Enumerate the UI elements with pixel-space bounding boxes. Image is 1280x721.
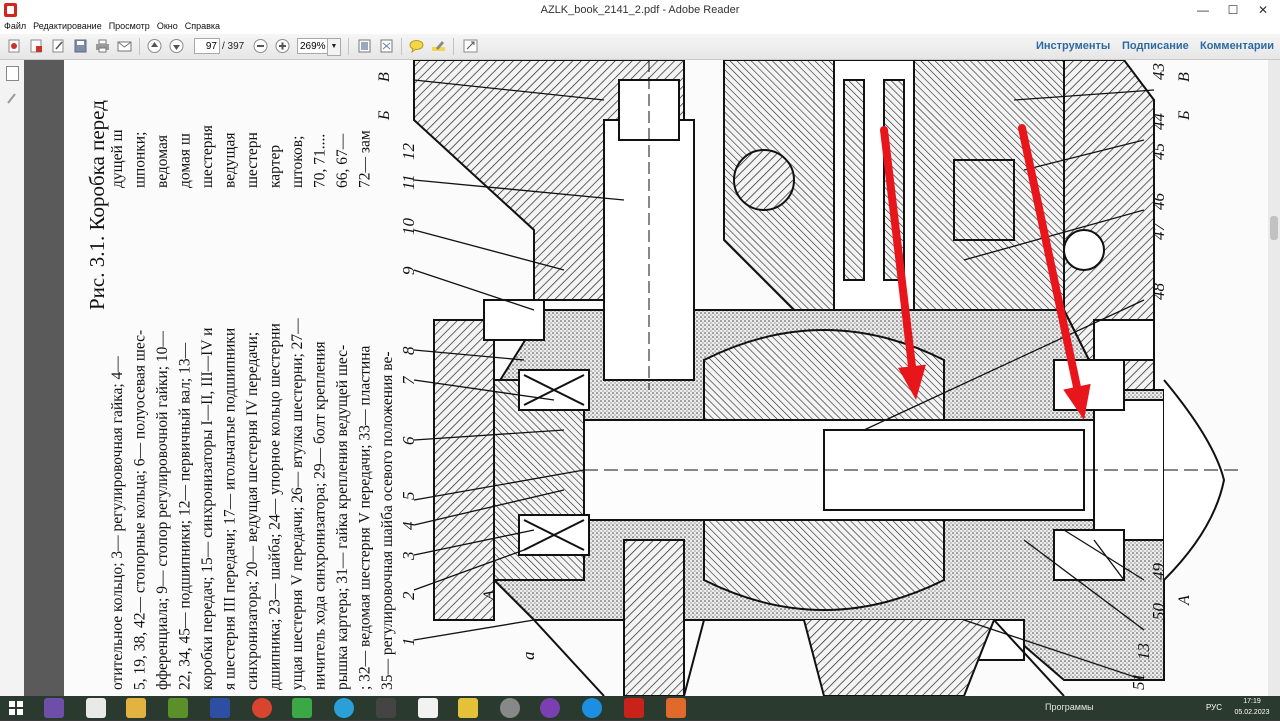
blank-file-icon-2[interactable] [418, 698, 438, 718]
scrollbar-thumb[interactable] [1270, 216, 1278, 240]
callout-number: 46 [1149, 193, 1168, 211]
floppy-app-icon[interactable] [210, 698, 230, 718]
callout-number: 48 [1149, 283, 1168, 301]
title-bar: AZLK_book_2141_2.pdf - Adobe Reader — ☐ … [0, 0, 1280, 21]
section-mark: Б [376, 110, 393, 121]
callout-number: а [519, 652, 538, 661]
clock-date: 05.02.2023 [1234, 709, 1270, 716]
comments-link[interactable]: Комментарии [1200, 40, 1274, 52]
maximize-button[interactable]: ☐ [1218, 0, 1248, 20]
page-total: / 397 [222, 41, 245, 52]
zoom-in-icon[interactable] [274, 38, 291, 54]
expand-icon[interactable] [462, 38, 479, 54]
section-mark: В [1176, 72, 1193, 82]
app-icon-purple[interactable] [540, 698, 560, 718]
menu-bar: Файл Редактирование Просмотр Окно Справка [0, 20, 1280, 34]
callout-number: 47 [1149, 222, 1168, 241]
callout-number: 51 [1129, 673, 1148, 690]
section-mark: В [376, 72, 393, 82]
app-icon-gray[interactable] [376, 698, 396, 718]
menu-edit[interactable]: Редактирование [29, 20, 102, 31]
callout-number: 11 [399, 174, 418, 190]
callout-number: 49 [1149, 563, 1168, 581]
zoom-out-icon[interactable] [252, 38, 269, 54]
taskbar: Программы РУС 17:19 05.02.2023 [0, 696, 1280, 720]
toolbar-separator [401, 38, 402, 55]
visual-studio-icon[interactable] [44, 698, 64, 718]
callout-number: 1 [399, 638, 418, 647]
blank-file-icon[interactable] [86, 698, 106, 718]
page-number-input[interactable] [194, 38, 220, 54]
full-screen-icon[interactable] [378, 38, 395, 54]
language-indicator[interactable]: РУС [1206, 703, 1222, 712]
telegram-icon[interactable] [334, 698, 354, 718]
app-icon-orange[interactable] [666, 698, 686, 718]
callout-number: 45 [1149, 143, 1168, 160]
highlight-icon[interactable] [430, 38, 447, 54]
section-mark: А [1176, 595, 1193, 606]
vertical-scrollbar[interactable] [1268, 60, 1280, 696]
document-area[interactable]: Рис. 3.1. Коробка перед отительное кольц… [24, 60, 1268, 696]
adobe-reader-task-icon[interactable] [624, 698, 644, 718]
callout-number: 44 [1149, 113, 1168, 131]
menu-help[interactable]: Справка [181, 20, 220, 31]
zoom-dropdown-icon[interactable]: ▼ [327, 38, 341, 56]
create-pdf-icon[interactable] [6, 38, 23, 54]
save-icon[interactable] [72, 38, 89, 54]
clock-time: 17:19 [1243, 698, 1261, 705]
app-icon-green[interactable] [168, 698, 188, 718]
callout-number: 4 [399, 521, 418, 530]
menu-file[interactable]: Файл [0, 20, 26, 31]
comment-icon[interactable] [408, 38, 425, 54]
print-icon[interactable] [94, 38, 111, 54]
toolbar-separator [348, 38, 349, 55]
callout-number: 2 [399, 591, 418, 600]
menu-view[interactable]: Просмотр [105, 20, 150, 31]
callout-number: 50 [1149, 603, 1168, 621]
open-file-icon[interactable] [28, 38, 45, 54]
callout-number: 3 [399, 552, 418, 562]
callout-number: 6 [399, 436, 418, 445]
close-button[interactable]: ✕ [1248, 0, 1278, 20]
minimize-button[interactable]: — [1188, 0, 1218, 20]
tools-link[interactable]: Инструменты [1036, 40, 1110, 52]
window-title: AZLK_book_2141_2.pdf - Adobe Reader [540, 4, 740, 16]
callout-number: 9 [399, 266, 418, 275]
fit-page-icon[interactable] [356, 38, 373, 54]
gearbox-drawing: 12345678910111213434445464748495051а БВБ… [376, 60, 1244, 696]
section-mark: А [481, 590, 498, 601]
file-explorer-icon[interactable] [126, 698, 146, 718]
section-mark: Б [1176, 110, 1193, 121]
edit-icon[interactable] [50, 38, 67, 54]
callout-number: 7 [399, 375, 418, 385]
app-icon-u[interactable] [292, 698, 312, 718]
callout-number: 13 [1134, 643, 1153, 660]
menu-window[interactable]: Окно [153, 20, 178, 31]
skype-icon[interactable] [582, 698, 602, 718]
tray-programs-label[interactable]: Программы [1045, 702, 1094, 712]
toolbar-separator [453, 38, 454, 55]
windows-start-icon[interactable] [6, 698, 26, 718]
signatures-icon[interactable] [6, 92, 17, 105]
toolbar-separator [139, 38, 140, 55]
callout-number: 5 [399, 492, 418, 501]
batman-app-icon[interactable] [458, 698, 478, 718]
navigation-panel [0, 60, 25, 696]
toolbar: / 397 ▼ Инструменты Подписание Комментар… [0, 34, 1280, 60]
callout-number: 10 [399, 218, 418, 236]
mail-icon[interactable] [116, 38, 133, 54]
page-thumbnails-icon[interactable] [6, 66, 19, 81]
previous-page-icon[interactable] [146, 38, 163, 54]
callout-number: 8 [399, 346, 418, 355]
next-page-icon[interactable] [168, 38, 185, 54]
pdf-page: Рис. 3.1. Коробка перед отительное кольц… [64, 60, 1268, 696]
app-icon-disc[interactable] [500, 698, 520, 718]
clock[interactable]: 17:19 05.02.2023 [1228, 696, 1276, 718]
sign-link[interactable]: Подписание [1122, 40, 1189, 52]
callout-number: 12 [399, 143, 418, 161]
chrome-icon[interactable] [252, 698, 272, 718]
callout-number: 43 [1149, 63, 1168, 80]
